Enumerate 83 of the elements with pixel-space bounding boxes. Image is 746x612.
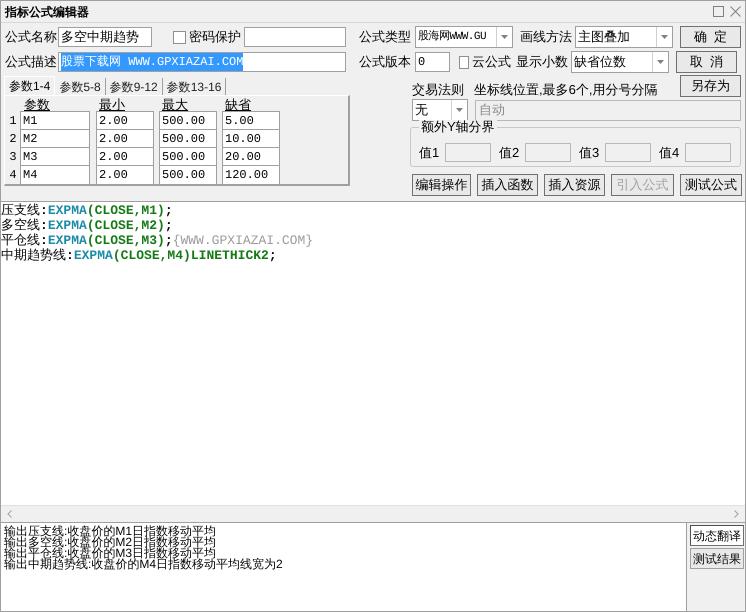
column-header: 最大 [162,98,189,112]
checkbox[interactable] [173,30,186,44]
password-field[interactable] [244,27,346,47]
version-field[interactable]: 0 [415,52,450,72]
param-name-field[interactable]: M4 [20,165,90,185]
action-button[interactable]: 测试公式 [680,174,742,196]
output-line: 输出平仓线:收盘价的M3日指数移动平均 [4,548,216,559]
output-line: 输出压支线:收盘价的M1日指数移动平均 [4,526,218,537]
name-field[interactable]: 多空中期趋势 [58,27,152,47]
checkbox[interactable] [459,56,469,68]
max-field[interactable]: 500.00 [159,129,217,149]
close-icon[interactable] [730,6,741,17]
default-field[interactable]: 5.00 [222,111,280,131]
field-label: 画线方法 [520,28,573,46]
type-dropdown[interactable]: 股海网WWW.GU [415,26,513,48]
column-header: 缺省 [225,98,252,112]
scroll-left-icon[interactable] [7,510,12,518]
row-number: 3 [8,149,18,166]
field-label: 公式名称 [5,28,58,46]
output-line: 输出多空线:收盘价的M2日指数移动平均 [4,537,218,548]
field-label: 值1 [419,144,440,162]
field-label: 交易法则 [412,83,465,97]
value-field[interactable] [685,142,731,162]
min-field[interactable]: 2.00 [96,111,154,131]
scroll-right-icon[interactable] [734,510,739,518]
field-label: 公式类型 [359,28,412,46]
value-field[interactable] [445,142,491,162]
field-label: 显示小数 [516,53,569,72]
code-line: 中期趋势线:EXPMA(CLOSE,M4)LINETHICK2; [1,248,278,263]
column-header: 最小 [99,98,126,112]
param-name-field[interactable]: M3 [20,147,90,167]
value-field[interactable] [605,142,651,162]
trade-rule-dropdown[interactable]: 无 [412,99,468,121]
param-name-field[interactable]: M1 [20,111,90,131]
window-title: 指标公式编辑器 [5,4,89,20]
value-field[interactable] [525,142,571,162]
min-field[interactable]: 2.00 [96,129,154,149]
min-field[interactable]: 2.00 [96,165,154,185]
ok-button[interactable]: 确 定 [680,26,741,48]
maximize-icon[interactable] [713,6,724,17]
caret-icon [456,108,463,112]
field-label: 云公式 [472,53,511,72]
output-line: 输出中期趋势线:收盘价的M4日指数移动平均线宽为2 [4,559,284,570]
action-button[interactable]: 插入函数 [477,174,538,196]
tab[interactable]: 参数5-8 [55,78,106,95]
field-label: 密码保护 [189,28,241,46]
field-label: 值2 [499,144,520,162]
caret-icon [661,35,668,39]
caret-icon [501,35,508,39]
max-field[interactable]: 500.00 [159,165,217,185]
group-title: 额外Y轴分界 [419,120,497,134]
save-as-button[interactable]: 另存为 [680,75,741,97]
tab[interactable]: 参数13-16 [162,78,226,95]
default-field[interactable]: 20.00 [222,147,280,167]
row-number: 1 [8,113,18,130]
output-tab[interactable]: 测试结果 [690,548,744,569]
caret-icon [657,60,664,64]
row-number: 4 [8,167,18,184]
code-line: 平仓线:EXPMA(CLOSE,M3);{WWW.GPXIAZAI.COM} [1,233,314,248]
tab[interactable]: 参数9-12 [106,78,163,95]
cancel-button[interactable]: 取 消 [676,51,737,73]
max-field[interactable]: 500.00 [159,111,217,131]
field-label: 公式描述 [5,53,58,72]
default-field[interactable]: 10.00 [222,129,280,149]
field-label: 公式版本 [359,53,412,72]
decimals-dropdown[interactable]: 缺省位数 [571,51,669,73]
default-field[interactable]: 120.00 [222,165,280,185]
action-button[interactable]: 插入资源 [544,174,605,196]
tab[interactable]: 参数1-4 [4,76,56,95]
draw-method-dropdown[interactable]: 主图叠加 [575,26,673,48]
max-field[interactable]: 500.00 [159,147,217,167]
field-label: 坐标线位置,最多6个,用分号分隔 [474,83,658,97]
param-name-field[interactable]: M2 [20,129,90,149]
action-button[interactable]: 编辑操作 [412,174,471,196]
code-line: 多空线:EXPMA(CLOSE,M2); [1,218,174,233]
field-label: 值3 [579,144,600,162]
code-line: 压支线:EXPMA(CLOSE,M1); [1,203,174,218]
horizontal-scrollbar[interactable] [1,505,745,522]
column-header: 参数 [24,98,51,112]
output-tab[interactable]: 动态翻译 [690,525,744,546]
row-number: 2 [8,131,18,148]
field-label: 值4 [659,144,680,162]
min-field[interactable]: 2.00 [96,147,154,167]
